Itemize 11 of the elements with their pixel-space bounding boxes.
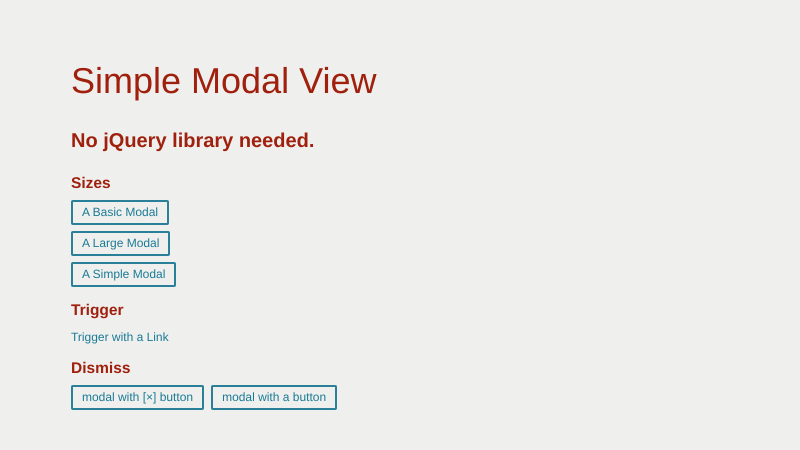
section-heading: Sizes: [71, 174, 112, 194]
modal-button[interactable]: modal with a button: [211, 385, 338, 410]
modal-button[interactable]: A Large Modal: [71, 231, 170, 256]
trigger-link[interactable]: Trigger with a Link: [71, 329, 169, 345]
modal-button[interactable]: A Basic Modal: [71, 200, 170, 225]
section-heading: Dismiss: [71, 359, 132, 379]
modal-button[interactable]: A Simple Modal: [71, 262, 176, 287]
section-heading: Trigger: [71, 301, 125, 321]
page-title: Simple Modal View: [71, 59, 378, 103]
modal-button[interactable]: modal with [×] button: [71, 385, 204, 410]
page-subtitle: No jQuery library needed.: [71, 129, 316, 154]
